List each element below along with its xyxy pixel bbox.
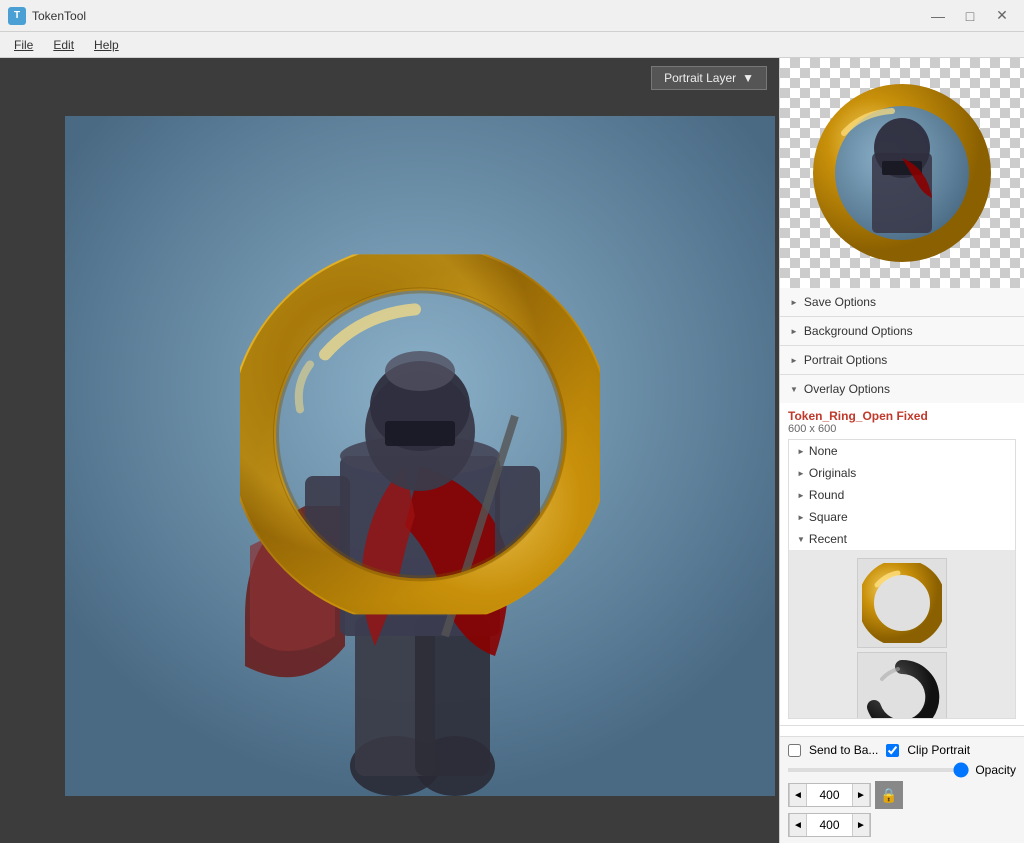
- overlay-category-square[interactable]: ► Square: [789, 506, 1015, 528]
- titlebar: T TokenTool — □ ✕: [0, 0, 1024, 32]
- background-options-section: ► Background Options: [780, 317, 1024, 346]
- app-icon: T: [8, 7, 26, 25]
- checkbox-row: Send to Ba... Clip Portrait: [788, 743, 1016, 757]
- square-label: Square: [809, 510, 848, 524]
- overlay-options-label: Overlay Options: [804, 382, 890, 396]
- options-panel: ► Save Options ► Background Options ► Po…: [780, 288, 1024, 736]
- titlebar-left: T TokenTool: [8, 7, 86, 25]
- width-increase-button[interactable]: ►: [852, 784, 870, 806]
- portrait-options-section: ► Portrait Options: [780, 346, 1024, 375]
- square-arrow-icon: ►: [797, 513, 805, 522]
- overlay-options-arrow-icon: ▼: [790, 385, 798, 394]
- height-spinbox-row: ◄ ►: [788, 813, 1016, 837]
- overlay-options-section: ▼ Overlay Options Token_Ring_Open Fixed …: [780, 375, 1024, 726]
- height-spinbox: ◄ ►: [788, 813, 871, 837]
- maximize-button[interactable]: □: [956, 5, 984, 27]
- portrait-options-arrow-icon: ►: [790, 356, 798, 365]
- opacity-slider[interactable]: [788, 768, 969, 772]
- knight-canvas: [65, 116, 775, 796]
- height-increase-button[interactable]: ►: [852, 814, 870, 836]
- portrait-options-label: Portrait Options: [804, 353, 887, 367]
- save-options-header[interactable]: ► Save Options: [780, 288, 1024, 316]
- recent-thumb-2-svg: [862, 657, 942, 719]
- token-preview: [780, 58, 1024, 288]
- background-options-header[interactable]: ► Background Options: [780, 317, 1024, 345]
- menu-file[interactable]: File: [4, 36, 43, 54]
- right-panel: ► Save Options ► Background Options ► Po…: [779, 58, 1024, 843]
- portrait-layer-label: Portrait Layer: [664, 71, 736, 85]
- height-input[interactable]: [807, 816, 852, 834]
- app-icon-label: T: [14, 10, 20, 21]
- overlay-category-none[interactable]: ► None: [789, 440, 1015, 462]
- bottom-controls: Send to Ba... Clip Portrait Opacity ◄ ► …: [780, 736, 1024, 843]
- overlay-options-header[interactable]: ▼ Overlay Options: [780, 375, 1024, 403]
- portrait-layer-arrow-icon: ▼: [742, 71, 754, 85]
- main: Portrait Layer ▼: [0, 58, 1024, 843]
- portrait-layer-button[interactable]: Portrait Layer ▼: [651, 66, 767, 90]
- overlay-content: Token_Ring_Open Fixed 600 x 600 ► None ►…: [780, 403, 1024, 725]
- recent-thumb-1[interactable]: [857, 558, 947, 648]
- background-options-label: Background Options: [804, 324, 913, 338]
- save-options-section: ► Save Options: [780, 288, 1024, 317]
- send-to-background-label: Send to Ba...: [809, 743, 878, 757]
- save-options-label: Save Options: [804, 295, 876, 309]
- portrait-options-header[interactable]: ► Portrait Options: [780, 346, 1024, 374]
- overlay-category-originals[interactable]: ► Originals: [789, 462, 1015, 484]
- overlay-filename: Token_Ring_Open Fixed: [788, 409, 1016, 423]
- menu-edit[interactable]: Edit: [43, 36, 84, 54]
- overlay-category-round[interactable]: ► Round: [789, 484, 1015, 506]
- gold-ring-svg: [240, 254, 600, 614]
- originals-label: Originals: [809, 466, 856, 480]
- opacity-label: Opacity: [975, 763, 1016, 777]
- send-to-background-checkbox[interactable]: [788, 744, 801, 757]
- recent-label: Recent: [809, 532, 847, 546]
- originals-arrow-icon: ►: [797, 469, 805, 478]
- none-arrow-icon: ►: [797, 447, 805, 456]
- minimize-button[interactable]: —: [924, 5, 952, 27]
- round-arrow-icon: ►: [797, 491, 805, 500]
- close-button[interactable]: ✕: [988, 5, 1016, 27]
- canvas-area: Portrait Layer ▼: [0, 58, 779, 843]
- recent-thumb-1-svg: [862, 563, 942, 643]
- width-spinbox: ◄ ►: [788, 783, 871, 807]
- recent-items: [789, 550, 1015, 719]
- overlay-list[interactable]: ► None ► Originals ► Round ►: [788, 439, 1016, 719]
- background-options-arrow-icon: ►: [790, 327, 798, 336]
- app-title: TokenTool: [32, 9, 86, 23]
- menubar: File Edit Help: [0, 32, 1024, 58]
- save-options-arrow-icon: ►: [790, 298, 798, 307]
- width-decrease-button[interactable]: ◄: [789, 784, 807, 806]
- height-decrease-button[interactable]: ◄: [789, 814, 807, 836]
- canvas-toolbar: Portrait Layer ▼: [0, 58, 779, 98]
- width-spinbox-row: ◄ ► 🔒: [788, 781, 1016, 809]
- opacity-row: Opacity: [788, 763, 1016, 777]
- titlebar-controls: — □ ✕: [924, 5, 1016, 27]
- clip-portrait-checkbox[interactable]: [886, 744, 899, 757]
- menu-help[interactable]: Help: [84, 36, 129, 54]
- round-label: Round: [809, 488, 844, 502]
- canvas-content: [0, 98, 779, 843]
- clip-portrait-label: Clip Portrait: [907, 743, 970, 757]
- token-preview-svg: [802, 73, 1002, 273]
- recent-arrow-icon: ▼: [797, 535, 805, 544]
- width-input[interactable]: [807, 786, 852, 804]
- none-label: None: [809, 444, 838, 458]
- recent-thumb-2[interactable]: [857, 652, 947, 719]
- overlay-category-recent[interactable]: ▼ Recent: [789, 528, 1015, 550]
- lock-button[interactable]: 🔒: [875, 781, 903, 809]
- overlay-dims: 600 x 600: [788, 423, 1016, 435]
